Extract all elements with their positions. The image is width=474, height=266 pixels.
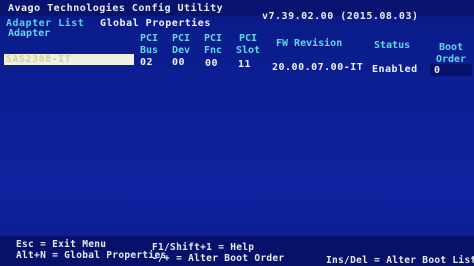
- boot-order-value[interactable]: 0: [434, 65, 441, 76]
- pci-dev-value: 00: [172, 57, 186, 68]
- column-header-boot-order: Boot Order: [435, 42, 467, 65]
- column-header-adapter: Adapter: [8, 28, 51, 39]
- adapter-name[interactable]: SAS2308-IT: [6, 54, 71, 65]
- column-header-fw-revision: FW Revision: [276, 38, 343, 49]
- status-value: Enabled: [372, 64, 418, 75]
- app-title: Avago Technologies Config Utility: [8, 3, 224, 14]
- footer-esc-hint: Esc = Exit Menu: [16, 239, 107, 250]
- column-header-pci-fnc: PCI Fnc: [203, 33, 223, 56]
- footer-global-properties-hint: Alt+N = Global Properties: [16, 250, 167, 261]
- pci-slot-value: 11: [238, 59, 252, 70]
- column-header-pci-slot: PCI Slot: [235, 33, 261, 56]
- column-header-status: Status: [374, 40, 411, 51]
- footer-boot-list-hint: Ins/Del = Alter Boot List: [326, 255, 474, 266]
- column-header-pci-bus: PCI Bus: [139, 33, 159, 56]
- pci-bus-value: 02: [140, 57, 154, 68]
- bios-screen: Avago Technologies Config Utility v7.39.…: [0, 0, 474, 266]
- pci-fnc-value: 00: [205, 58, 219, 69]
- footer-boot-order-hint: -/+ = Alter Boot Order: [152, 253, 285, 264]
- menu-bar: Adapter List Global Properties: [0, 16, 474, 30]
- fw-revision-value: 20.00.07.00-IT: [272, 62, 364, 73]
- footer-help-hint: F1/Shift+1 = Help: [152, 242, 255, 253]
- column-header-pci-dev: PCI Dev: [171, 33, 191, 56]
- menu-global-properties[interactable]: Global Properties: [100, 18, 211, 29]
